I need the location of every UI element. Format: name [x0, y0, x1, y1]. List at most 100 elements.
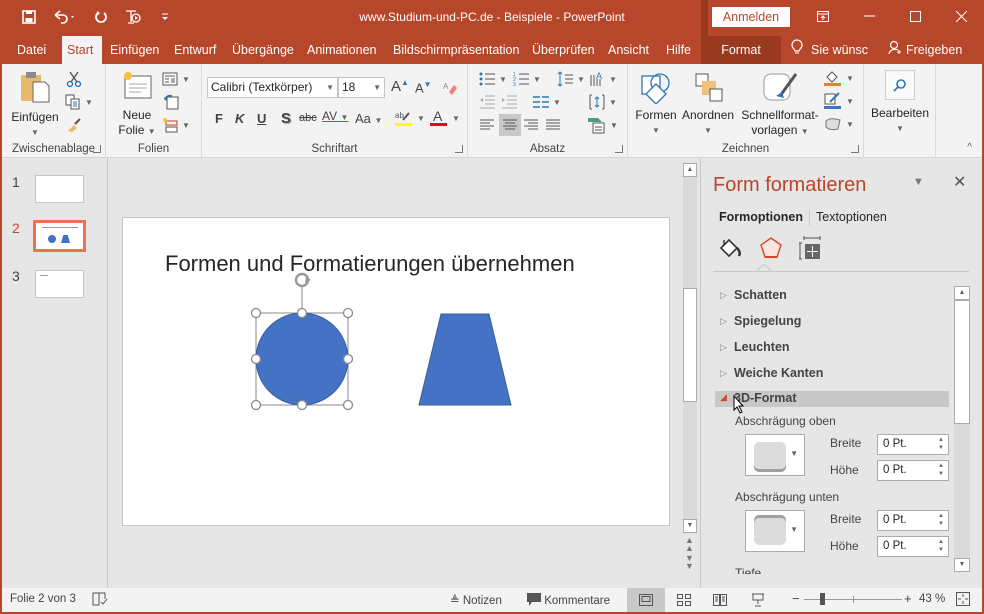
- numbering-icon[interactable]: 123 ▼: [512, 70, 542, 88]
- tab-shape-options[interactable]: Formoptionen: [719, 210, 803, 224]
- character-spacing-button[interactable]: AV ▼: [322, 109, 348, 123]
- reset-slide-icon[interactable]: [162, 93, 180, 111]
- paragraph-dialog-launcher[interactable]: [615, 145, 623, 153]
- tab-einfuegen[interactable]: Einfügen: [105, 36, 164, 64]
- strikethrough-button[interactable]: abc: [299, 112, 317, 124]
- cut-icon[interactable]: [65, 70, 83, 88]
- ribbon-display-options-icon[interactable]: [800, 0, 846, 32]
- clear-formatting-icon[interactable]: A: [441, 79, 459, 97]
- resize-handle-ne[interactable]: [342, 307, 354, 319]
- comments-button[interactable]: Kommentare: [527, 593, 610, 609]
- tab-animationen[interactable]: Animationen: [302, 36, 382, 64]
- slide-sorter-button[interactable]: [665, 588, 703, 612]
- start-presentation-icon[interactable]: [124, 8, 142, 26]
- spell-check-icon[interactable]: [92, 592, 108, 609]
- columns-icon[interactable]: ▼: [532, 93, 562, 111]
- shapes-button[interactable]: Formen ▼: [634, 72, 678, 138]
- resize-handle-nw[interactable]: [250, 307, 262, 319]
- scroll-up-icon[interactable]: ▲: [683, 163, 697, 177]
- bevel-bottom-height-input[interactable]: 0 Pt. ▲ ▼: [877, 536, 949, 557]
- tab-entwurf[interactable]: Entwurf: [169, 36, 221, 64]
- bevel-bottom-width-input[interactable]: 0 Pt. ▲ ▼: [877, 510, 949, 531]
- shadow-button[interactable]: S: [281, 110, 291, 127]
- resize-handle-sw[interactable]: [250, 399, 262, 411]
- resize-handle-e[interactable]: [342, 353, 354, 365]
- grow-font-button[interactable]: A▲: [391, 78, 409, 95]
- pane-scrollbar[interactable]: ▲ ▼: [954, 286, 970, 572]
- trapezoid-shape[interactable]: [418, 313, 512, 406]
- text-direction-icon[interactable]: A ▼: [588, 70, 618, 88]
- close-icon[interactable]: [938, 0, 984, 32]
- spin-arrows-icon[interactable]: ▲ ▼: [938, 538, 944, 554]
- minimize-icon[interactable]: [846, 0, 892, 32]
- tab-ueberpruefen[interactable]: Überprüfen: [527, 36, 600, 64]
- shape-fill-button[interactable]: ▼: [824, 69, 854, 87]
- reading-view-button[interactable]: [701, 588, 739, 612]
- bevel-bottom-picker[interactable]: ▼: [745, 510, 805, 552]
- clipboard-dialog-launcher[interactable]: [93, 145, 101, 153]
- resize-handle-n[interactable]: [296, 307, 308, 319]
- fit-to-window-icon[interactable]: [956, 592, 970, 609]
- spin-arrows-icon[interactable]: ▲ ▼: [938, 436, 944, 452]
- tab-datei[interactable]: Datei: [12, 36, 51, 64]
- slide-thumbnail-1[interactable]: [35, 175, 84, 203]
- align-left-icon[interactable]: [478, 116, 496, 134]
- tell-me-search[interactable]: Sie wünsc: [786, 36, 873, 64]
- section-3d-format[interactable]: ◢ 3D-Format: [715, 391, 949, 414]
- notes-button[interactable]: ≜ Notizen: [450, 593, 502, 607]
- rotate-handle-icon[interactable]: [294, 272, 311, 288]
- share-button[interactable]: Freigeben: [883, 36, 967, 64]
- bold-button[interactable]: F: [215, 111, 223, 126]
- collapse-ribbon-icon[interactable]: ^: [967, 142, 972, 153]
- slide-canvas[interactable]: Formen und Formatierungen übernehmen: [122, 217, 670, 526]
- scroll-thumb[interactable]: [683, 288, 697, 402]
- zoom-level[interactable]: 43 %: [919, 593, 945, 605]
- paste-dropdown-icon[interactable]: ▼: [10, 125, 60, 140]
- drawing-dialog-launcher[interactable]: [851, 145, 859, 153]
- format-painter-icon[interactable]: [65, 116, 83, 134]
- align-right-icon[interactable]: [522, 116, 540, 134]
- italic-button[interactable]: K: [235, 111, 244, 126]
- font-dialog-launcher[interactable]: [455, 145, 463, 153]
- tab-format[interactable]: Format: [701, 36, 781, 64]
- tab-hilfe[interactable]: Hilfe: [661, 36, 696, 64]
- line-spacing-icon[interactable]: ▼: [556, 70, 586, 88]
- slide-thumbnail-2[interactable]: [33, 220, 86, 252]
- font-size-combobox[interactable]: 18 ▼: [338, 77, 385, 98]
- scroll-down-icon[interactable]: ▼: [683, 519, 697, 533]
- zoom-slider[interactable]: [804, 593, 902, 605]
- circle-shape[interactable]: [255, 312, 349, 406]
- tab-text-options[interactable]: Textoptionen: [816, 210, 887, 224]
- highlight-color-button[interactable]: ab ▼: [395, 109, 425, 127]
- increase-indent-icon[interactable]: [500, 93, 518, 111]
- customize-qat-icon[interactable]: [156, 8, 174, 26]
- arrange-button[interactable]: Anordnen ▼: [682, 72, 734, 138]
- align-center-icon[interactable]: [499, 114, 521, 136]
- maximize-icon[interactable]: [892, 0, 938, 32]
- bevel-top-width-input[interactable]: 0 Pt. ▲ ▼: [877, 434, 949, 455]
- bevel-top-height-input[interactable]: 0 Pt. ▲ ▼: [877, 460, 949, 481]
- font-name-dropdown-icon[interactable]: ▼: [326, 78, 334, 97]
- font-name-combobox[interactable]: Calibri (Textkörper) ▼: [207, 77, 338, 98]
- sign-in-button[interactable]: Anmelden: [712, 7, 790, 27]
- smartart-icon[interactable]: ▼: [588, 116, 618, 134]
- undo-icon[interactable]: [52, 8, 78, 26]
- zoom-in-button[interactable]: +: [904, 591, 912, 606]
- copy-icon[interactable]: ▼: [65, 93, 93, 111]
- fill-line-icon[interactable]: [719, 236, 743, 264]
- spin-arrows-icon[interactable]: ▲ ▼: [938, 462, 944, 478]
- resize-handle-s[interactable]: [296, 399, 308, 411]
- slide-thumbnail-3[interactable]: [35, 270, 84, 298]
- quick-styles-button[interactable]: Schnellformat- vorlagen ▼: [738, 72, 822, 139]
- resize-handle-w[interactable]: [250, 353, 262, 365]
- new-slide-button[interactable]: Neue Folie ▼: [116, 70, 158, 139]
- save-icon[interactable]: [20, 8, 38, 26]
- paste-button[interactable]: Einfügen ▼: [10, 70, 60, 140]
- bevel-bottom-dropdown-icon[interactable]: ▼: [790, 525, 798, 534]
- font-color-button[interactable]: A ▼: [430, 109, 460, 127]
- shape-outline-button[interactable]: ▼: [824, 92, 854, 110]
- bevel-top-dropdown-icon[interactable]: ▼: [790, 449, 798, 458]
- tab-bildschirmpraesentation[interactable]: Bildschirmpräsentation: [388, 36, 524, 64]
- tab-start[interactable]: Start: [62, 36, 102, 64]
- pane-scroll-up-icon[interactable]: ▲: [954, 286, 970, 300]
